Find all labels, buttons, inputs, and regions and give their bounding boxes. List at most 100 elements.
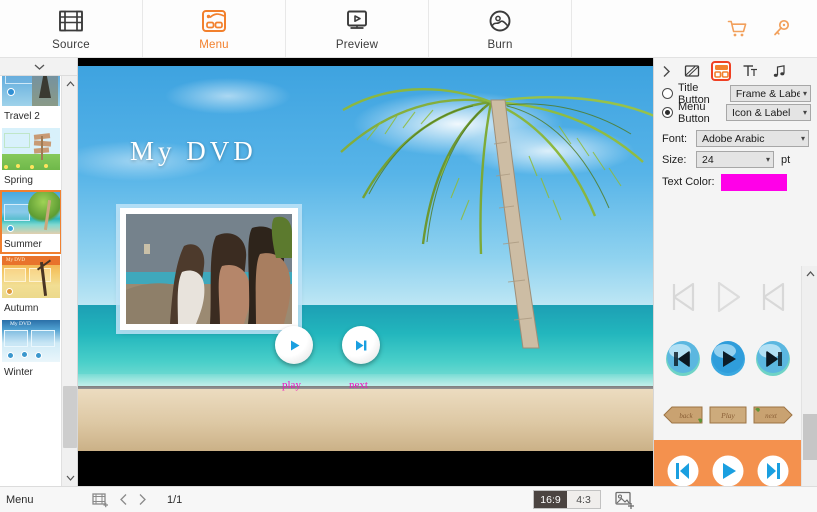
prev-page-button[interactable] xyxy=(119,493,128,506)
template-list[interactable]: Travel 2 Spring Summer My DVD Autumn My … xyxy=(0,76,62,486)
add-page-icon[interactable] xyxy=(92,492,109,508)
chevron-down-icon: ▾ xyxy=(802,108,807,117)
play-outline-icon[interactable] xyxy=(706,274,750,320)
properties-toolbar xyxy=(654,58,817,84)
canvas-next-label[interactable]: next xyxy=(349,379,368,391)
photo-thumbnail-frame[interactable] xyxy=(120,208,298,330)
prev-outline-icon[interactable] xyxy=(661,274,705,320)
text-color-swatch[interactable] xyxy=(720,173,787,191)
size-row: Size: 24 ▾ pt xyxy=(662,149,811,170)
chevron-down-icon: ▾ xyxy=(765,155,770,164)
sidebar-scrollbar[interactable] xyxy=(61,76,77,486)
template-thumbnail: My DVD xyxy=(2,320,60,362)
canvas-play-button[interactable] xyxy=(275,326,313,364)
panel-collapse-button[interactable] xyxy=(659,61,673,81)
font-row: Font: Adobe Arabic ▾ xyxy=(662,128,811,149)
next-track-icon xyxy=(356,340,367,350)
chevron-up-icon xyxy=(806,271,814,277)
canvas-play-label[interactable]: play xyxy=(282,379,301,391)
text-color-label: Text Color: xyxy=(662,176,715,188)
canvas-next-button[interactable] xyxy=(342,326,380,364)
menu-preview-canvas[interactable]: My DVD play next xyxy=(78,58,653,486)
sidebar-scroll-down-button[interactable] xyxy=(62,470,77,486)
next-glossy-icon[interactable] xyxy=(751,336,795,382)
nav-tab-label: Burn xyxy=(487,39,513,51)
chevron-left-icon xyxy=(120,494,127,505)
background-pattern-icon[interactable] xyxy=(682,61,702,81)
template-thumbnail xyxy=(2,76,60,106)
menu-title-text[interactable]: My DVD xyxy=(130,136,257,167)
nav-tab-burn[interactable]: Burn xyxy=(429,0,572,57)
menu-button-label: Menu Button xyxy=(678,100,710,125)
key-icon[interactable] xyxy=(771,19,791,39)
button-style-gallery[interactable]: back Play next xyxy=(654,266,802,512)
text-color-row: Text Color: xyxy=(662,170,811,194)
back-wood-sign[interactable]: back xyxy=(661,401,705,429)
menu-button-style-dropdown[interactable]: Icon & Label ▾ xyxy=(726,104,811,121)
gallery-row-wood: back Play next xyxy=(654,390,802,440)
chevron-down-icon xyxy=(66,475,74,481)
font-dropdown[interactable]: Adobe Arabic ▾ xyxy=(696,130,809,147)
nav-tab-label: Preview xyxy=(335,39,379,51)
button-layout-icon[interactable] xyxy=(711,61,731,81)
bottom-right-controls: 16:9 4:3 xyxy=(533,490,817,509)
next-page-button[interactable] xyxy=(138,493,147,506)
next-outline-icon[interactable] xyxy=(751,274,795,320)
aspect-ratio-16-9[interactable]: 16:9 xyxy=(534,491,567,508)
top-navigation-bar: Source Menu Preview Burn xyxy=(0,0,817,58)
properties-panel: Title Button Frame & Label ▾ Menu Button… xyxy=(653,58,817,512)
chevron-down-icon: ▾ xyxy=(802,89,807,98)
bottom-bar-label: Menu xyxy=(6,493,34,506)
play-glossy-icon[interactable] xyxy=(706,336,750,382)
template-item-autumn[interactable]: My DVD Autumn xyxy=(0,254,62,318)
nav-tab-menu[interactable]: Menu xyxy=(143,0,286,57)
template-item-summer[interactable]: Summer xyxy=(0,190,62,254)
menu-layout-icon xyxy=(200,6,228,36)
template-label: Autumn xyxy=(4,303,39,314)
template-item-travel2[interactable]: Travel 2 xyxy=(0,76,62,126)
chevron-right-icon xyxy=(139,494,146,505)
template-thumbnail xyxy=(2,128,60,170)
template-label: Spring xyxy=(4,175,33,186)
size-dropdown[interactable]: 24 ▾ xyxy=(696,151,774,168)
aspect-ratio-toggle[interactable]: 16:9 4:3 xyxy=(533,490,601,509)
play-icon xyxy=(290,340,299,350)
text-tool-icon[interactable] xyxy=(740,61,760,81)
menu-button-radio[interactable] xyxy=(662,107,673,118)
panel-scrollbar[interactable] xyxy=(801,266,817,512)
font-label: Font: xyxy=(662,132,688,145)
panel-scroll-thumb[interactable] xyxy=(803,414,817,460)
chevron-up-icon xyxy=(66,81,74,87)
play-wood-sign[interactable]: Play xyxy=(706,401,750,429)
nav-tab-preview[interactable]: Preview xyxy=(286,0,429,57)
aspect-ratio-4-3[interactable]: 4:3 xyxy=(567,491,600,508)
sidebar-scroll-thumb[interactable] xyxy=(63,386,77,448)
page-navigation: 1/1 xyxy=(78,492,182,508)
gallery-row-glossy xyxy=(654,328,802,390)
shopping-cart-icon[interactable] xyxy=(727,19,749,39)
svg-text:Play: Play xyxy=(720,411,735,420)
prev-glossy-icon[interactable] xyxy=(661,336,705,382)
sidebar-collapse-button[interactable] xyxy=(0,58,77,76)
template-label: Summer xyxy=(4,239,42,250)
film-strip-icon xyxy=(58,6,84,36)
next-wood-sign[interactable]: next xyxy=(751,401,795,429)
template-label: Travel 2 xyxy=(4,111,40,122)
chevron-down-icon: ▾ xyxy=(800,134,805,143)
template-label: Winter xyxy=(4,367,33,378)
dropdown-value: Frame & Label xyxy=(735,87,800,100)
dropdown-value: Adobe Arabic xyxy=(702,132,765,145)
template-thumbnail: My DVD xyxy=(2,256,60,298)
template-item-spring[interactable]: Spring xyxy=(0,126,62,190)
sidebar-scroll-up-button[interactable] xyxy=(62,76,77,92)
monitor-play-icon xyxy=(344,6,370,36)
template-item-winter[interactable]: My DVD Winter xyxy=(0,318,62,382)
panel-scroll-up-button[interactable] xyxy=(802,266,817,282)
chevron-down-icon xyxy=(34,64,44,70)
title-button-style-dropdown[interactable]: Frame & Label ▾ xyxy=(729,85,811,102)
gallery-row-outline xyxy=(654,266,802,328)
nav-tab-source[interactable]: Source xyxy=(0,0,143,57)
music-note-icon[interactable] xyxy=(769,61,789,81)
add-image-icon[interactable] xyxy=(615,491,635,509)
title-button-radio[interactable] xyxy=(662,88,673,99)
